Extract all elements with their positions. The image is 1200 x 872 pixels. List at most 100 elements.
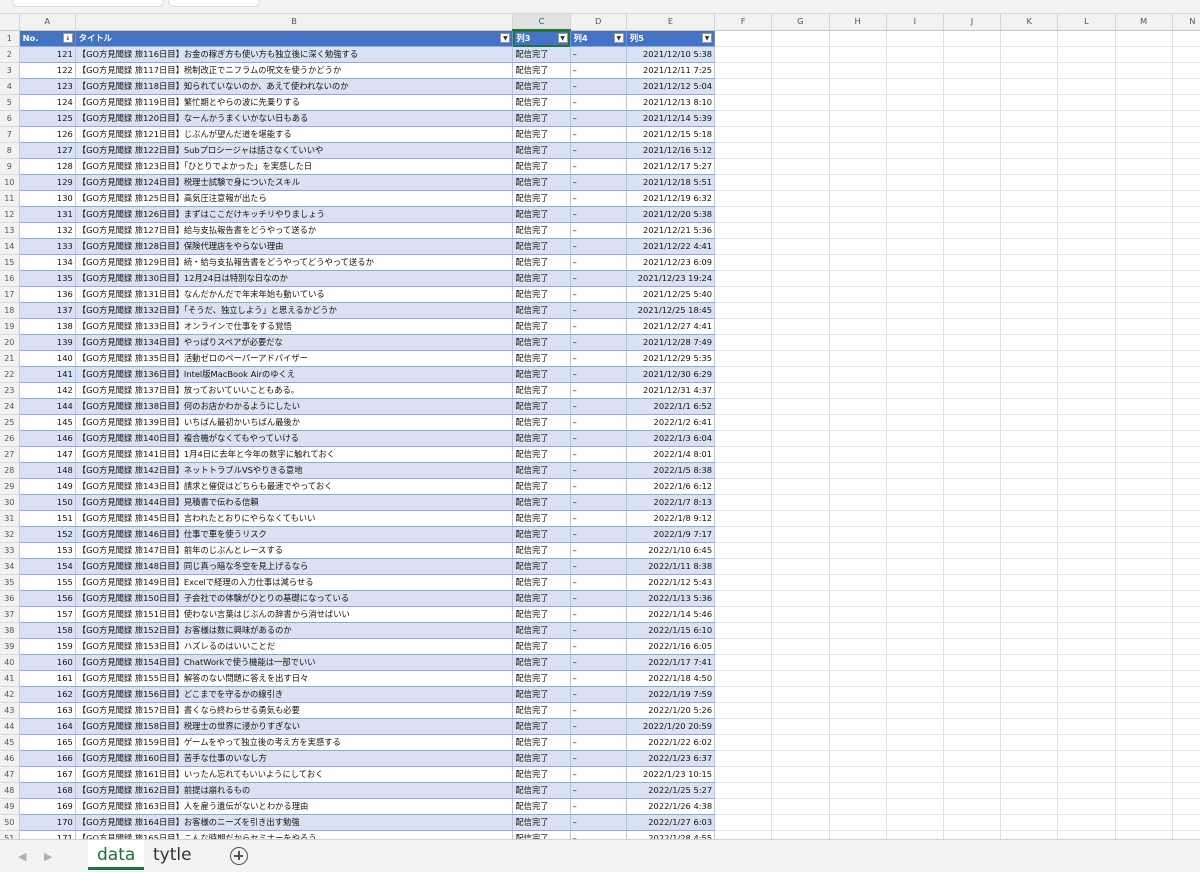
cell-status[interactable]: 配信完了 <box>512 718 571 735</box>
empty-cell[interactable] <box>943 558 1002 575</box>
empty-cell[interactable] <box>943 446 1002 463</box>
empty-cell[interactable] <box>886 78 944 95</box>
empty-cell[interactable] <box>771 654 830 671</box>
empty-cell[interactable] <box>1172 142 1200 159</box>
cell-title[interactable]: 【GO方見聞録 旅162日目】前提は崩れるもの <box>75 782 514 799</box>
empty-cell[interactable] <box>714 782 773 799</box>
empty-cell[interactable] <box>771 206 830 223</box>
cell-no[interactable]: 127 <box>19 142 76 159</box>
empty-cell[interactable] <box>1000 238 1059 255</box>
empty-cell[interactable] <box>714 638 773 655</box>
empty-cell[interactable] <box>829 590 887 607</box>
empty-cell[interactable] <box>1057 318 1116 335</box>
header-title[interactable]: タイトル ▼ <box>75 30 514 47</box>
empty-cell[interactable] <box>1057 830 1116 839</box>
row-header[interactable]: 45 <box>0 734 20 751</box>
empty-cell[interactable] <box>943 574 1002 591</box>
empty-cell[interactable] <box>1000 830 1059 839</box>
cell-status[interactable]: 配信完了 <box>512 494 571 511</box>
cell-no[interactable]: 133 <box>19 238 76 255</box>
row-header[interactable]: 30 <box>0 494 20 511</box>
empty-cell[interactable] <box>886 206 944 223</box>
empty-cell[interactable] <box>1000 606 1059 623</box>
cell-status[interactable]: 配信完了 <box>512 430 571 447</box>
cell-date[interactable]: 2021/12/21 5:36 <box>626 222 716 239</box>
empty-cell[interactable] <box>771 62 830 79</box>
empty-cell[interactable] <box>1000 798 1059 815</box>
empty-cell[interactable] <box>829 174 887 191</box>
cell-no[interactable]: 134 <box>19 254 76 271</box>
column-header[interactable]: I <box>886 14 944 31</box>
empty-cell[interactable] <box>714 222 773 239</box>
empty-cell[interactable] <box>943 398 1002 415</box>
empty-cell[interactable] <box>943 430 1002 447</box>
spreadsheet-grid[interactable]: ABCDEFGHIJKLMN 1 No. ↓ タイトル ▼ 列3 ▼ 列4 ▼ 列5 ▼ … <box>0 14 1200 839</box>
empty-cell[interactable] <box>943 606 1002 623</box>
empty-cell[interactable] <box>829 126 887 143</box>
row-header[interactable]: 9 <box>0 158 20 175</box>
cell-title[interactable]: 【GO方見聞録 旅122日目】Subプロシージャは話さなくていいや <box>75 142 514 159</box>
empty-cell[interactable] <box>829 318 887 335</box>
cell-title[interactable]: 【GO方見聞録 旅139日目】いちばん最初かいちばん最後か <box>75 414 514 431</box>
cell-date[interactable]: 2021/12/25 18:45 <box>626 302 716 319</box>
row-header[interactable]: 40 <box>0 654 20 671</box>
empty-cell[interactable] <box>829 750 887 767</box>
empty-cell[interactable] <box>1115 206 1173 223</box>
cell-no[interactable]: 149 <box>19 478 76 495</box>
cell-title[interactable]: 【GO方見聞録 旅140日目】複合機がなくてもやっていける <box>75 430 514 447</box>
empty-cell[interactable] <box>1115 286 1173 303</box>
sheet-tab-data[interactable]: data <box>88 840 145 870</box>
empty-cell[interactable] <box>1172 766 1200 783</box>
empty-cell[interactable] <box>1172 702 1200 719</box>
cell-date[interactable]: 2022/1/20 20:59 <box>626 718 716 735</box>
empty-cell[interactable] <box>943 318 1002 335</box>
header-col3[interactable]: 列3 ▼ <box>512 30 571 47</box>
cell-date[interactable]: 2021/12/11 7:25 <box>626 62 716 79</box>
cell-no[interactable]: 145 <box>19 414 76 431</box>
empty-cell[interactable] <box>943 62 1002 79</box>
empty-cell[interactable] <box>1057 334 1116 351</box>
cell-col4[interactable]: – <box>570 238 627 255</box>
cell-no[interactable]: 158 <box>19 622 76 639</box>
empty-cell[interactable] <box>1057 46 1116 63</box>
empty-cell[interactable] <box>771 286 830 303</box>
empty-cell[interactable] <box>886 174 944 191</box>
empty-cell[interactable] <box>1115 718 1173 735</box>
empty-cell[interactable] <box>1115 558 1173 575</box>
empty-cell[interactable] <box>1000 78 1059 95</box>
empty-cell[interactable] <box>1172 638 1200 655</box>
empty-cell[interactable] <box>1000 622 1059 639</box>
empty-cell[interactable] <box>1000 174 1059 191</box>
empty-cell[interactable] <box>943 462 1002 479</box>
column-header[interactable]: J <box>943 14 1002 31</box>
cell-status[interactable]: 配信完了 <box>512 654 571 671</box>
cell-status[interactable]: 配信完了 <box>512 62 571 79</box>
empty-cell[interactable] <box>943 350 1002 367</box>
cell-title[interactable]: 【GO方見聞録 旅136日目】Intel版MacBook Airのゆくえ <box>75 366 514 383</box>
empty-cell[interactable] <box>943 750 1002 767</box>
empty-cell[interactable] <box>943 78 1002 95</box>
row-header[interactable]: 46 <box>0 750 20 767</box>
empty-cell[interactable] <box>714 142 773 159</box>
cell-col4[interactable]: – <box>570 542 627 559</box>
empty-cell[interactable] <box>1057 686 1116 703</box>
empty-cell[interactable] <box>1000 478 1059 495</box>
cell-status[interactable]: 配信完了 <box>512 686 571 703</box>
empty-cell[interactable] <box>829 142 887 159</box>
empty-cell[interactable] <box>829 222 887 239</box>
empty-cell[interactable] <box>1115 686 1173 703</box>
empty-cell[interactable] <box>886 814 944 831</box>
empty-cell[interactable] <box>886 398 944 415</box>
empty-cell[interactable] <box>943 702 1002 719</box>
empty-cell[interactable] <box>1115 526 1173 543</box>
empty-cell[interactable] <box>1172 814 1200 831</box>
cell-date[interactable]: 2021/12/27 4:41 <box>626 318 716 335</box>
empty-cell[interactable] <box>1000 782 1059 799</box>
cell-col4[interactable]: – <box>570 462 627 479</box>
cell-no[interactable]: 171 <box>19 830 76 839</box>
cell-title[interactable]: 【GO方見聞録 旅121日目】じぶんが望んだ道を堪能する <box>75 126 514 143</box>
row-header[interactable]: 38 <box>0 622 20 639</box>
empty-cell[interactable] <box>829 542 887 559</box>
cell-date[interactable]: 2022/1/19 7:59 <box>626 686 716 703</box>
empty-cell[interactable] <box>771 126 830 143</box>
